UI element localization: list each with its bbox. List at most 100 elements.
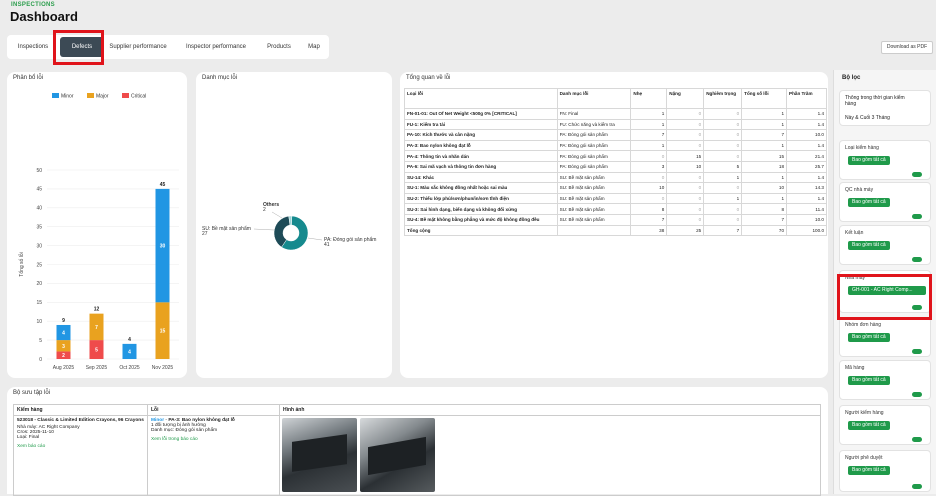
leader-line	[253, 228, 275, 231]
filter-5[interactable]: Mã hàng Bao gồm tất cả	[839, 360, 931, 400]
legend-swatch	[122, 93, 129, 98]
bar-value-label: 7	[95, 325, 98, 331]
toggle-switch[interactable]	[912, 484, 922, 489]
x-tick-label: Nov 2025	[152, 365, 174, 371]
toggle-switch[interactable]	[912, 437, 922, 442]
filter-label: Loại kiểm hàng	[845, 145, 879, 151]
include-all-button[interactable]: Bao gồm tất cả	[848, 156, 890, 165]
summary-row: SU-14: Khác SU: Bề mặt sản phẩm 0 0 1 1 1.4	[404, 171, 827, 184]
filter-4[interactable]: Nhóm đơn hàng Bao gồm tất cả	[839, 317, 931, 357]
defect-photo-1[interactable]	[282, 418, 357, 492]
value-cell: 0	[666, 192, 705, 205]
inspection-cell: 523018 - Classic & Limited Edition Crayo…	[13, 415, 148, 496]
y-tick-label: 30	[36, 243, 42, 249]
include-all-button[interactable]: Bao gồm tất cả	[848, 333, 890, 342]
bar-value-label: 3	[62, 344, 65, 350]
value-cell: 8	[630, 203, 668, 215]
period-value[interactable]: Này & Cuối 3 Tháng	[845, 115, 890, 121]
toggle-switch[interactable]	[912, 214, 922, 219]
y-tick-label: 5	[39, 338, 42, 344]
filter-7[interactable]: Người phê duyệt Bao gồm tất cả	[839, 450, 931, 492]
value-cell: 0	[630, 171, 668, 184]
view-report-link[interactable]: Xem báo cáo	[17, 444, 144, 449]
y-tick-label: 15	[36, 300, 42, 306]
value-cell: 0	[666, 203, 705, 215]
defect-category-cell: SU: Bề mặt sản phẩm	[556, 203, 632, 215]
value-cell: 7	[630, 129, 668, 141]
value-cell: 1	[741, 139, 788, 152]
toggle-switch[interactable]	[912, 172, 922, 177]
filter-label: Người phê duyệt	[845, 455, 883, 461]
defect-type-cell: SU-3: Sai hình dạng, biến dạng và không …	[404, 203, 558, 215]
highlight-box-defects-tab	[53, 30, 104, 65]
download-pdf-button[interactable]: Download as PDF	[881, 41, 933, 54]
view-defect-link[interactable]: Xem lỗi trong báo cáo	[151, 437, 276, 442]
value-cell: 7	[630, 213, 668, 226]
value-cell: 1.4	[786, 108, 827, 120]
legend-label: Major	[96, 94, 109, 100]
include-all-button[interactable]: Bao gồm tất cả	[848, 466, 890, 475]
filter-6[interactable]: Người kiểm hàng Bao gồm tất cả	[839, 405, 931, 445]
filter-title: Bộ lọc	[842, 75, 861, 81]
value-cell: 0	[630, 192, 668, 205]
col-header-inspection: Kiểm hàng	[13, 404, 148, 416]
filter-1[interactable]: QC nhà máy Bao gồm tất cả	[839, 182, 931, 222]
include-all-button[interactable]: Bao gồm tất cả	[848, 241, 890, 250]
value-cell: 0	[666, 139, 705, 152]
value-cell: 1	[741, 108, 788, 120]
summary-row: SU-4: Bề mặt không bằng phẳng và mức độ …	[404, 213, 827, 226]
inspection-title: 523018 - Classic & Limited Edition Crayo…	[17, 418, 144, 423]
tab-inspector-performance[interactable]: Inspector performance	[179, 35, 253, 59]
total-cell: 100.0	[786, 224, 827, 237]
y-tick-label: 25	[36, 262, 42, 268]
value-cell: 0	[666, 171, 705, 184]
filter-period[interactable]: Thông trong thời gian kiểm hàng Này & Cu…	[839, 90, 931, 126]
filter-label: QC nhà máy	[845, 187, 874, 193]
y-tick-label: 50	[36, 168, 42, 174]
tab-products[interactable]: Products	[260, 35, 298, 59]
gallery-table: Kiểm hàng Lỗi Hình ảnh 523018 - Classic …	[13, 404, 821, 496]
include-all-button[interactable]: Bao gồm tất cả	[848, 376, 890, 385]
include-all-button[interactable]: Bao gồm tất cả	[848, 421, 890, 430]
highlight-box-factory-filter	[837, 274, 932, 320]
category-text: Danh mục: Đóng gói sản phẩm	[151, 428, 218, 433]
summary-row: PA-6: Sai mã vạch và thông tin đơn hàng P…	[404, 160, 827, 173]
defect-summary-card: Tổng quan về lỗi Loại lỗi Danh mục lỗi N…	[400, 72, 828, 378]
col-header-type: Loại lỗi	[404, 88, 558, 109]
toggle-switch[interactable]	[912, 257, 922, 262]
slice-value: 41	[324, 242, 330, 248]
donut-chart: PA: Đóng gói sản phẩm41 SU: Bề mặt sản ph…	[202, 202, 376, 251]
value-cell: 1	[703, 192, 743, 205]
x-tick-label: Sep 2025	[86, 365, 108, 371]
col-header-images: Hình ảnh	[279, 404, 821, 416]
filter-2[interactable]: Kết luận Bao gồm tất cả	[839, 225, 931, 265]
col-header-percent: Phần Trăm	[786, 88, 827, 109]
value-cell: 1	[630, 118, 668, 131]
toggle-switch[interactable]	[912, 349, 922, 354]
tab-inspections[interactable]: Inspections	[12, 35, 54, 59]
bar-value-label: 30	[160, 244, 166, 250]
include-all-button[interactable]: Bao gồm tất cả	[848, 198, 890, 207]
defect-photo-2[interactable]	[360, 418, 435, 492]
bar-value-label: 5	[95, 348, 98, 354]
value-cell: 10.0	[786, 129, 827, 141]
legend-swatch	[87, 93, 94, 98]
defect-type-cell: FN-01-01: Out Of Net Weight <500g 0% [CR…	[404, 108, 558, 120]
defect-category-cell: SU: Bề mặt sản phẩm	[556, 192, 632, 205]
tab-map[interactable]: Map	[301, 35, 327, 59]
toggle-switch[interactable]	[912, 392, 922, 397]
value-cell: 1.4	[786, 118, 827, 131]
defect-type-cell: PA-4: Thông tin và nhãn dán	[404, 150, 558, 162]
card-title: Bộ sưu tập lỗi	[13, 390, 51, 396]
filter-label: Người kiểm hàng	[845, 410, 884, 416]
value-cell: 14.3	[786, 182, 827, 194]
defect-category-cell: SU: Bề mặt sản phẩm	[556, 182, 632, 194]
filter-0[interactable]: Loại kiểm hàng Bao gồm tất cả	[839, 140, 931, 180]
slice-label: SU: Bề mặt sản phẩm	[202, 225, 251, 232]
value-cell: 15	[741, 150, 788, 162]
slice-label: PA: Đóng gói sản phẩm	[324, 236, 376, 243]
defect-type-cell: SU-2: Thiếu lớp phủ/sơn/phun/in/sơn tĩnh…	[404, 192, 558, 205]
defect-cell: Minor - PA-3: Bao nylon không đạt lỗ 1 đ…	[147, 415, 280, 496]
y-tick-label: 35	[36, 225, 42, 231]
tab-supplier-performance[interactable]: Supplier performance	[104, 35, 172, 59]
